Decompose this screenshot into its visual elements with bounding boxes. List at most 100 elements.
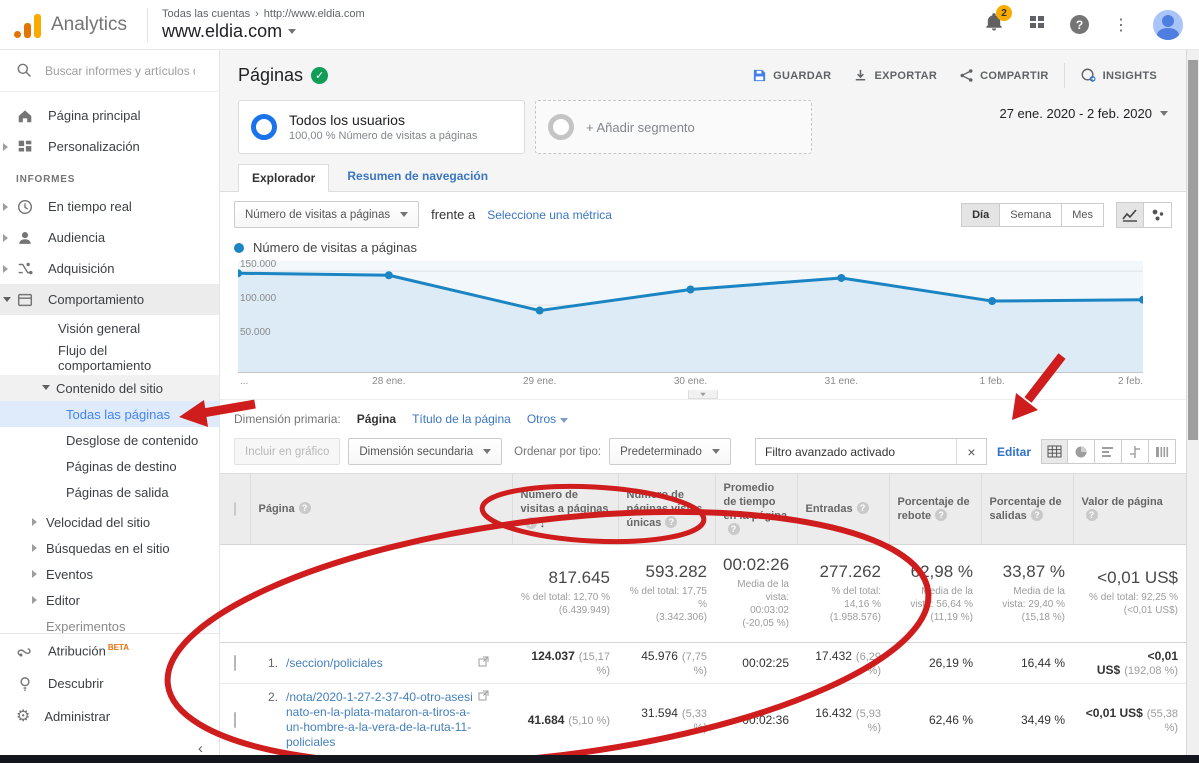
- help-button[interactable]: ?: [1070, 15, 1089, 34]
- secondary-dimension-dropdown[interactable]: Dimensión secundaria: [348, 438, 502, 465]
- performance-view-button[interactable]: [1095, 439, 1122, 464]
- sort-type-dropdown[interactable]: Predeterminado: [609, 438, 731, 465]
- vertical-scrollbar[interactable]: [1186, 50, 1199, 763]
- select-all-checkbox[interactable]: [234, 502, 236, 516]
- edit-filter-link[interactable]: Editar: [997, 445, 1031, 459]
- breadcrumb-account[interactable]: Todas las cuentas: [162, 8, 250, 20]
- dimension-other-dropdown[interactable]: Otros: [527, 412, 568, 426]
- segment-all-users[interactable]: Todos los usuarios 100,00 % Número de vi…: [238, 100, 525, 154]
- dimension-page-title[interactable]: Título de la página: [412, 412, 511, 426]
- granularity-week-button[interactable]: Semana: [1000, 203, 1062, 227]
- help-icon[interactable]: ?: [665, 516, 677, 528]
- column-header-page[interactable]: Página?: [250, 474, 512, 545]
- external-link-icon[interactable]: [478, 690, 489, 704]
- line-chart-toggle-button[interactable]: [1116, 202, 1144, 228]
- metric-dropdown[interactable]: Número de visitas a páginas: [234, 201, 419, 228]
- app-name: Analytics: [51, 14, 127, 36]
- advanced-filter-chip[interactable]: Filtro avanzado activado ×: [755, 438, 987, 465]
- y-tick-label: 100.000: [240, 293, 276, 304]
- sidebar-item-admin[interactable]: ⚙ Administrar: [0, 700, 219, 733]
- row-checkbox[interactable]: [234, 655, 236, 671]
- sidebar-item-site-search[interactable]: Búsquedas en el sitio: [0, 535, 219, 561]
- header-divider: [147, 8, 148, 42]
- motion-chart-toggle-button[interactable]: [1144, 202, 1172, 228]
- plot-rows-button[interactable]: Incluir en gráfico: [234, 438, 340, 465]
- help-icon[interactable]: ?: [857, 502, 869, 514]
- column-header-time[interactable]: Promedio de tiempo en la página?: [715, 474, 797, 545]
- help-icon[interactable]: ?: [728, 523, 740, 535]
- sidebar-item-discover[interactable]: Descubrir: [0, 667, 219, 700]
- sidebar-item-home[interactable]: Página principal: [0, 100, 219, 131]
- sidebar-item-behavior-flow[interactable]: Flujo del comportamiento: [0, 341, 219, 375]
- search-input[interactable]: [45, 64, 195, 78]
- sidebar-item-behavior[interactable]: Comportamiento: [0, 284, 219, 315]
- sidebar-item-content-drilldown[interactable]: Desglose de contenido: [0, 427, 219, 453]
- pageviews-chart[interactable]: 50.000100.000150.000: [238, 261, 1143, 373]
- tab-navigation-summary[interactable]: Resumen de navegación: [347, 169, 488, 183]
- search-icon: [16, 62, 33, 79]
- apps-grid-button[interactable]: [1028, 13, 1046, 36]
- page-link[interactable]: /nota/2020-1-27-2-37-40-otro-asesinato-e…: [286, 690, 476, 750]
- sidebar-item-all-pages[interactable]: Todas las páginas: [0, 401, 219, 427]
- granularity-month-button[interactable]: Mes: [1062, 203, 1104, 227]
- x-tick-label: 30 ene.: [674, 376, 707, 387]
- overflow-menu-button[interactable]: ⋮: [1113, 15, 1129, 35]
- column-header-entrances[interactable]: Entradas?: [797, 474, 889, 545]
- column-header-unique[interactable]: Número de páginas vistas únicas?: [618, 474, 715, 545]
- sidebar-item-site-speed[interactable]: Velocidad del sitio: [0, 509, 219, 535]
- notifications-button[interactable]: 2: [984, 12, 1004, 37]
- granularity-day-button[interactable]: Día: [961, 203, 1000, 227]
- select-metric-link[interactable]: Seleccione una métrica: [487, 208, 612, 222]
- share-button[interactable]: COMPARTIR: [948, 64, 1060, 87]
- help-icon[interactable]: ?: [525, 517, 537, 529]
- comparison-view-button[interactable]: [1122, 439, 1149, 464]
- page-link[interactable]: /seccion/policiales: [286, 656, 476, 671]
- dimension-page[interactable]: Página: [357, 412, 396, 426]
- sidebar-item-audience[interactable]: Audiencia: [0, 222, 219, 253]
- data-view-button[interactable]: [1041, 439, 1068, 464]
- export-button[interactable]: EXPORTAR: [842, 64, 948, 87]
- column-header-value[interactable]: Valor de página?: [1073, 474, 1186, 545]
- help-icon[interactable]: ?: [1031, 509, 1043, 521]
- clear-filter-button[interactable]: ×: [956, 439, 986, 464]
- chevron-down-icon: [560, 418, 568, 423]
- summary-time: 00:02:26Media de la vista:00:03:02(-20,0…: [715, 545, 797, 643]
- date-range-selector[interactable]: 27 ene. 2020 - 2 feb. 2020: [999, 100, 1168, 121]
- sidebar-item-landing-pages[interactable]: Páginas de destino: [0, 453, 219, 479]
- breadcrumb[interactable]: Todas las cuentas › http://www.eldia.com: [162, 8, 365, 20]
- chart-collapse-handle[interactable]: [688, 390, 718, 399]
- sidebar-item-acquisition[interactable]: Adquisición: [0, 253, 219, 284]
- home-icon: [16, 107, 34, 125]
- segment-detail: 100,00 % Número de visitas a páginas: [289, 130, 477, 142]
- insights-button[interactable]: INSIGHTS: [1064, 63, 1168, 88]
- property-selector[interactable]: www.eldia.com: [162, 21, 365, 42]
- attribution-icon: [16, 642, 34, 660]
- column-header-views[interactable]: Número de visitas a páginas?↓: [512, 474, 618, 545]
- chevron-down-icon: [3, 297, 11, 302]
- add-segment-button[interactable]: + Añadir segmento: [535, 100, 812, 154]
- column-header-exit[interactable]: Porcentaje de salidas?: [981, 474, 1073, 545]
- table-row: 1./seccion/policiales 124.037(15,17 %) 4…: [220, 643, 1186, 684]
- tab-explorer[interactable]: Explorador: [238, 164, 329, 192]
- external-link-icon[interactable]: [478, 656, 489, 670]
- help-icon[interactable]: ?: [299, 502, 311, 514]
- help-icon[interactable]: ?: [1086, 509, 1098, 521]
- breadcrumb-property[interactable]: http://www.eldia.com: [264, 8, 365, 20]
- sidebar-item-site-content[interactable]: Contenido del sitio: [0, 375, 219, 401]
- account-avatar[interactable]: [1153, 10, 1183, 40]
- save-button[interactable]: GUARDAR: [741, 64, 842, 87]
- sidebar-item-exit-pages[interactable]: Páginas de salida: [0, 479, 219, 505]
- sidebar-item-personalization[interactable]: Personalización: [0, 131, 219, 162]
- sidebar-item-events[interactable]: Eventos: [0, 561, 219, 587]
- sidebar-item-attribution[interactable]: AtribuciónBETA: [0, 634, 219, 667]
- scrollbar-thumb[interactable]: [1188, 60, 1198, 440]
- sidebar-item-publisher[interactable]: Editor: [0, 587, 219, 613]
- column-header-bounce[interactable]: Porcentaje de rebote?: [889, 474, 981, 545]
- sidebar-item-realtime[interactable]: En tiempo real: [0, 191, 219, 222]
- pivot-view-button[interactable]: [1149, 439, 1176, 464]
- percentage-view-button[interactable]: [1068, 439, 1095, 464]
- row-checkbox[interactable]: [234, 712, 236, 728]
- sidebar-item-label: Eventos: [46, 567, 93, 582]
- help-icon[interactable]: ?: [935, 509, 947, 521]
- sidebar-item-behavior-overview[interactable]: Visión general: [0, 315, 219, 341]
